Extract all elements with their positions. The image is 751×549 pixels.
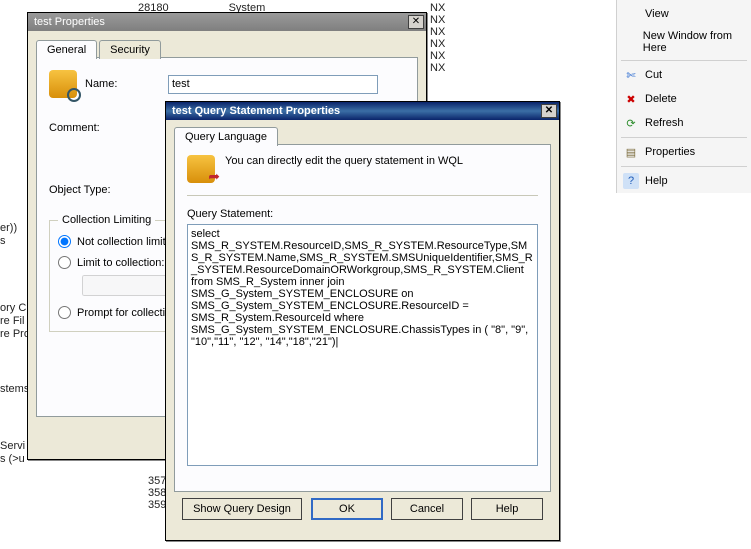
close-icon[interactable]: ✕ xyxy=(408,15,424,29)
cell-nx: NX xyxy=(430,26,445,38)
name-input[interactable] xyxy=(168,75,378,94)
clipped-text: ory C xyxy=(0,302,26,314)
menu-item-new-window[interactable]: New Window from Here xyxy=(617,26,751,58)
menu-label: New Window from Here xyxy=(643,30,743,54)
tab-security[interactable]: Security xyxy=(99,40,161,59)
refresh-icon: ⟳ xyxy=(623,115,639,131)
object-type-label: Object Type: xyxy=(49,184,124,196)
clipped-text: re Pro xyxy=(0,328,30,340)
clipped-text: s (>u xyxy=(0,453,25,465)
menu-separator xyxy=(621,60,747,61)
clipped-text: re Fil xyxy=(0,315,24,327)
cell-id: 357 xyxy=(148,475,166,487)
clipped-text: er)) xyxy=(0,222,17,234)
db-export-icon: ➦ xyxy=(187,155,215,183)
menu-label: Delete xyxy=(645,93,677,105)
cell-id: 359 xyxy=(148,499,166,511)
scissors-icon: ✄ xyxy=(623,67,639,83)
hint-text: You can directly edit the query statemen… xyxy=(225,155,463,167)
titlebar[interactable]: test Query Statement Properties ✕ xyxy=(166,102,559,120)
delete-icon: ✖ xyxy=(623,91,639,107)
blank-icon xyxy=(623,6,639,22)
ok-button[interactable]: OK xyxy=(311,498,383,520)
cancel-button[interactable]: Cancel xyxy=(391,498,463,520)
menu-item-cut[interactable]: ✄ Cut xyxy=(617,63,751,87)
help-button[interactable]: Help xyxy=(471,498,543,520)
clipped-text: stems xyxy=(0,383,29,395)
cell-nx: NX xyxy=(430,2,445,14)
tab-query-language[interactable]: Query Language xyxy=(174,127,278,146)
query-statement-textarea[interactable] xyxy=(187,224,538,466)
name-label: Name: xyxy=(85,78,160,90)
menu-item-refresh[interactable]: ⟳ Refresh xyxy=(617,111,751,135)
search-db-icon xyxy=(49,70,77,98)
menu-separator xyxy=(621,137,747,138)
menu-item-view[interactable]: View xyxy=(617,2,751,26)
close-icon[interactable]: ✕ xyxy=(541,104,557,118)
menu-item-properties[interactable]: ▤ Properties xyxy=(617,140,751,164)
clipped-text: Servi xyxy=(0,440,25,452)
radio-input[interactable] xyxy=(58,306,71,319)
dialog-title: test Properties xyxy=(34,16,105,28)
titlebar[interactable]: test Properties ✕ xyxy=(28,13,426,31)
blank-icon xyxy=(623,34,637,50)
menu-label: Cut xyxy=(645,69,662,81)
context-menu: View New Window from Here ✄ Cut ✖ Delete… xyxy=(616,0,751,193)
menu-label: Help xyxy=(645,175,668,187)
menu-item-help[interactable]: ? Help xyxy=(617,169,751,193)
dialog-title: test Query Statement Properties xyxy=(172,105,340,117)
menu-label: Properties xyxy=(645,146,695,158)
properties-icon: ▤ xyxy=(623,144,639,160)
menu-separator xyxy=(621,166,747,167)
radio-label: Not collection limited xyxy=(77,236,178,248)
menu-label: View xyxy=(645,8,669,20)
menu-item-delete[interactable]: ✖ Delete xyxy=(617,87,751,111)
radio-input[interactable] xyxy=(58,235,71,248)
query-statement-label: Query Statement: xyxy=(187,208,538,220)
collection-limiting-legend: Collection Limiting xyxy=(58,214,155,226)
clipped-text: s xyxy=(0,235,6,247)
cell-nx: NX xyxy=(430,50,445,62)
radio-label: Prompt for collection xyxy=(77,307,177,319)
cell-nx: NX xyxy=(430,62,445,74)
query-statement-dialog: test Query Statement Properties ✕ Query … xyxy=(165,101,560,541)
cell-id: 358 xyxy=(148,487,166,499)
comment-label: Comment: xyxy=(49,122,124,134)
tab-general[interactable]: General xyxy=(36,40,97,59)
menu-label: Refresh xyxy=(645,117,684,129)
cell-nx: NX xyxy=(430,14,445,26)
show-query-design-button[interactable]: Show Query Design xyxy=(182,498,302,520)
radio-input[interactable] xyxy=(58,256,71,269)
radio-label: Limit to collection: xyxy=(77,257,164,269)
help-icon: ? xyxy=(623,173,639,189)
cell-nx: NX xyxy=(430,38,445,50)
